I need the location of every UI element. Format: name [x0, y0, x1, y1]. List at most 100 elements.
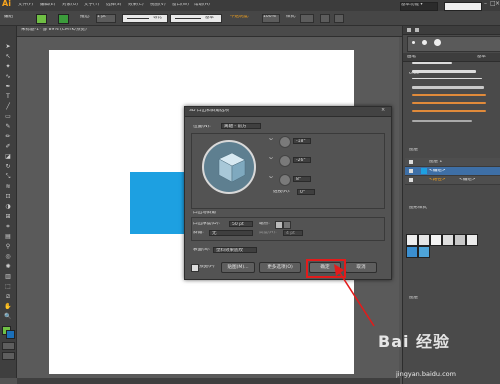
brush-stroke-sample[interactable] — [412, 94, 486, 96]
eye-icon[interactable] — [409, 169, 413, 173]
map-art-button[interactable]: 贴图(M)... — [221, 262, 255, 273]
pencil-tool-icon[interactable]: ✏ — [3, 132, 13, 141]
graphic-style-swatch[interactable] — [406, 246, 418, 258]
brush-dot[interactable] — [412, 41, 415, 44]
blend-tool-icon[interactable]: ◎ — [3, 252, 13, 261]
document-setup-button[interactable] — [320, 14, 330, 23]
brush-definition[interactable]: 基本 — [170, 14, 222, 23]
menu-select[interactable]: 选择(S) — [106, 3, 121, 8]
eye-icon[interactable] — [409, 160, 413, 164]
panel-icon[interactable] — [415, 28, 419, 32]
variable-width-profile[interactable]: 等比 — [122, 14, 168, 23]
column-graph-tool-icon[interactable]: ▥ — [3, 272, 13, 281]
minimize-icon[interactable]: – — [484, 1, 489, 9]
brush-dot[interactable] — [422, 40, 427, 45]
menu-object[interactable]: 对象(O) — [62, 3, 78, 8]
scale-tool-icon[interactable]: ⤡ — [3, 172, 13, 181]
position-select[interactable]: 离轴 - 前方 — [221, 123, 261, 129]
height-field[interactable]: 4 pt — [283, 230, 303, 236]
gradient-tool-icon[interactable]: ▤ — [3, 232, 13, 241]
graphic-style-swatch[interactable] — [442, 234, 454, 246]
brush-stroke-sample[interactable] — [412, 62, 452, 64]
rotate-x-field[interactable]: -18° — [293, 138, 311, 144]
eye-icon[interactable] — [409, 178, 413, 182]
zoom-tool-icon[interactable]: 🔍 — [3, 312, 13, 321]
rotate-tool-icon[interactable]: ↻ — [3, 162, 13, 171]
rotate-x-knob[interactable] — [279, 136, 291, 148]
graphic-styles-tab-label[interactable]: 图形样式 — [409, 206, 427, 211]
blob-brush-tool-icon[interactable]: ✐ — [3, 142, 13, 151]
dialog-titlebar[interactable]: 3D 凸出和斜角选项 × — [185, 107, 391, 117]
eraser-tool-icon[interactable]: ◪ — [3, 152, 13, 161]
menu-edit[interactable]: 编辑(E) — [40, 3, 55, 8]
blue-rectangle-object[interactable] — [130, 172, 187, 234]
brush-stroke-sample[interactable] — [412, 102, 486, 104]
surface-select[interactable]: 塑料效果底纹 — [213, 247, 257, 253]
rotate-y-knob[interactable] — [279, 155, 291, 167]
search-input[interactable] — [444, 2, 482, 11]
panel-icon[interactable] — [407, 28, 411, 32]
draw-mode-icon[interactable] — [2, 342, 15, 350]
stroke-swatch[interactable] — [58, 14, 69, 24]
bottom-layers-tab-label[interactable]: 图层 — [409, 296, 418, 301]
opacity-label[interactable]: 不透明度: — [230, 15, 250, 20]
free-transform-tool-icon[interactable]: ⊡ — [3, 192, 13, 201]
layer-row[interactable]: <路径> <编组> — [405, 176, 500, 185]
screen-mode-icon[interactable] — [2, 352, 15, 360]
graphic-style-swatch[interactable] — [406, 234, 418, 246]
brush-stroke-sample[interactable] — [412, 78, 482, 79]
artboard-tool-icon[interactable]: ⬚ — [3, 282, 13, 291]
pen-tool-icon[interactable]: ✒ — [3, 82, 13, 91]
extrude-depth-field[interactable]: 50 pt — [229, 221, 253, 227]
bevel-select[interactable]: 无 — [209, 230, 253, 236]
perspective-field[interactable]: 0° — [297, 189, 315, 195]
graphic-style-swatch[interactable] — [418, 234, 430, 246]
lasso-tool-icon[interactable]: ∿ — [3, 72, 13, 81]
menu-effect[interactable]: 效果(C) — [128, 3, 144, 8]
menu-file[interactable]: 文件(F) — [18, 3, 33, 8]
more-options-button[interactable]: 更多选项(O) — [259, 262, 301, 273]
brush-stroke-sample[interactable] — [412, 110, 486, 112]
menu-window[interactable]: 窗口(W) — [172, 3, 189, 8]
graphic-style-swatch[interactable] — [418, 246, 430, 258]
close-icon[interactable]: × — [381, 108, 385, 113]
layer-row[interactable]: 图层 1 — [405, 158, 500, 167]
layer-row[interactable]: <编组> — [405, 167, 500, 176]
graphic-style-swatch[interactable] — [454, 234, 466, 246]
preview-label[interactable]: 预览(P) — [199, 265, 215, 270]
stroke-weight-field[interactable]: 1 pt — [96, 14, 116, 23]
graphic-style-swatch[interactable] — [466, 234, 478, 246]
brush-preset-swatches[interactable] — [407, 36, 500, 52]
direct-selection-tool-icon[interactable]: ↖ — [3, 52, 13, 61]
layers-tab-label[interactable]: 图层 — [409, 148, 418, 153]
perspective-grid-tool-icon[interactable]: ⊞ — [3, 212, 13, 221]
opacity-field[interactable]: 100% — [262, 14, 280, 23]
slice-tool-icon[interactable]: ⧄ — [3, 292, 13, 301]
brushes-panel-tab[interactable]: 画笔 基本 — [403, 53, 500, 62]
brush-stroke-sample[interactable] — [412, 86, 484, 89]
rectangle-tool-icon[interactable]: ▭ — [3, 112, 13, 121]
fill-swatch[interactable] — [36, 14, 47, 24]
shape-builder-tool-icon[interactable]: ◑ — [3, 202, 13, 211]
width-tool-icon[interactable]: ≋ — [3, 182, 13, 191]
close-icon[interactable]: × — [495, 1, 500, 9]
cap-off-icon[interactable] — [283, 221, 291, 229]
hand-tool-icon[interactable]: ✋ — [3, 302, 13, 311]
brush-stroke-sample[interactable] — [412, 120, 472, 122]
cap-on-icon[interactable] — [275, 221, 283, 229]
stroke-color-icon[interactable] — [6, 330, 15, 339]
preferences-button[interactable] — [334, 14, 344, 23]
brush-stroke-sample[interactable] — [412, 70, 476, 73]
workspace-switcher[interactable]: 基本功能 ▾ — [400, 2, 438, 11]
graphic-style-swatch[interactable] — [430, 234, 442, 246]
selection-tool-icon[interactable]: ➤ — [3, 42, 13, 51]
menu-view[interactable]: 视图(V) — [150, 3, 166, 8]
graphic-style-picker[interactable] — [300, 14, 314, 23]
rotate-z-field[interactable]: 8° — [293, 176, 311, 182]
rotate-z-knob[interactable] — [279, 174, 291, 186]
type-tool-icon[interactable]: T — [3, 92, 13, 101]
mesh-tool-icon[interactable]: ⌗ — [3, 222, 13, 231]
eyedropper-tool-icon[interactable]: ⚲ — [3, 242, 13, 251]
menu-type[interactable]: 文字(T) — [84, 3, 99, 8]
paintbrush-tool-icon[interactable]: ✎ — [3, 122, 13, 131]
